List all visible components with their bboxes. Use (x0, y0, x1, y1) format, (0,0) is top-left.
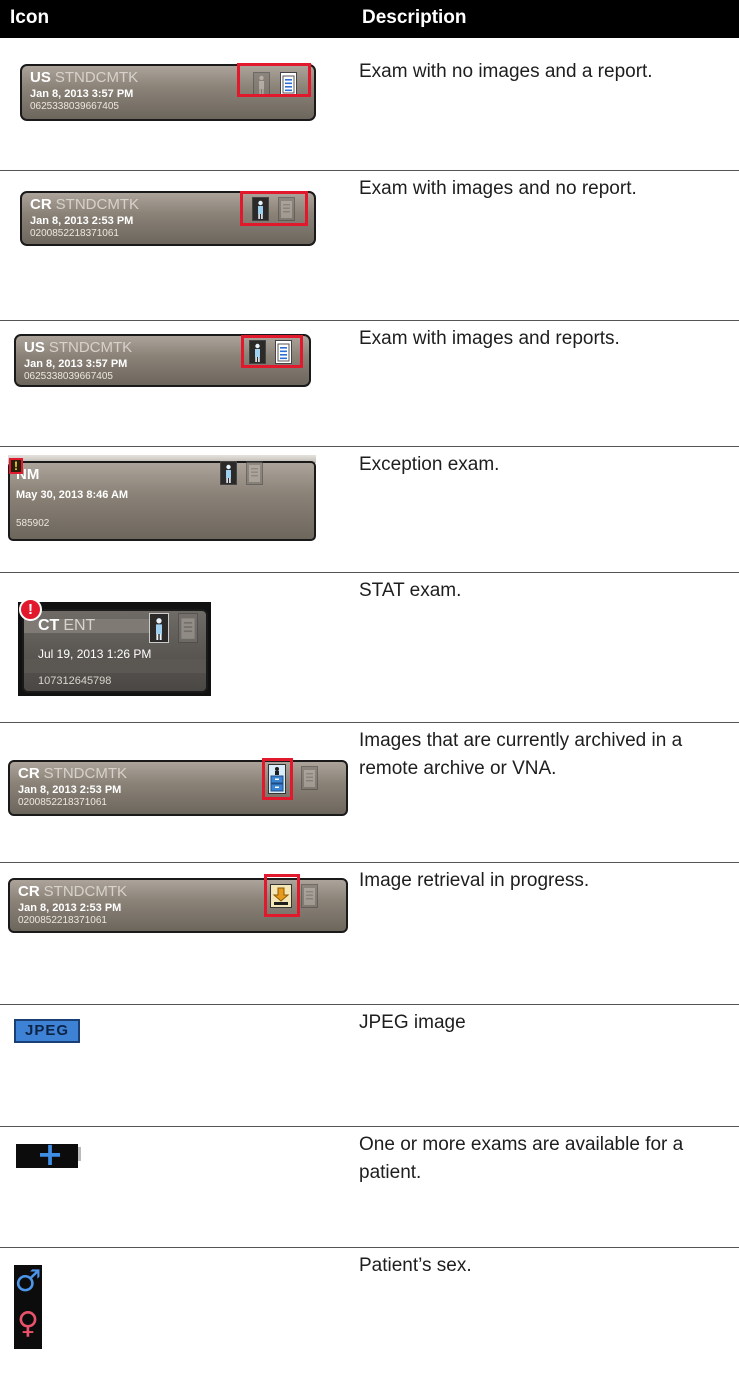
exam-card: US STNDCMTK Jan 8, 2013 3:57 PM 062533803… (14, 334, 311, 387)
plus-icon: + (36, 1135, 64, 1173)
description: Exam with images and reports. (359, 328, 620, 349)
row-jpeg-image: JPEG JPEG image (0, 1005, 739, 1118)
highlight-box (240, 191, 308, 226)
modality: CR (30, 196, 52, 213)
exam-card: NM May 30, 2013 8:46 AM 585902 (8, 461, 316, 541)
row-patient-sex: ♂ ♀ Patient’s sex. (0, 1248, 739, 1378)
accession-number: 107312645798 (38, 675, 112, 687)
exam-card: CT ENT Jul 19, 2013 1:26 PM 107312645798 (22, 609, 208, 693)
accession-number: 0200852218371061 (30, 228, 119, 239)
icon-column-header: Icon (10, 7, 50, 28)
modality: CR (18, 765, 40, 782)
description: Patient’s sex. (359, 1255, 472, 1276)
report-icon-inactive (301, 766, 318, 790)
accession-number: 0625338039667405 (30, 101, 119, 112)
accession-number: 585902 (16, 518, 50, 529)
exam-date: Jan 8, 2013 2:53 PM (30, 215, 134, 227)
exam-card: CR STNDCMTK Jan 8, 2013 2:53 PM 020085221… (20, 191, 316, 246)
description: One or more exams are available for a pa… (359, 1134, 684, 1183)
procedure: STNDCMTK (48, 339, 133, 356)
exam-card: US STNDCMTK Jan 8, 2013 3:57 PM 062533803… (20, 63, 316, 121)
accession-number: 0625338039667405 (24, 371, 113, 382)
report-icon-inactive (246, 461, 263, 485)
report-icon-inactive (178, 613, 198, 643)
stat-alert-icon: ! (19, 598, 42, 621)
jpeg-icon: JPEG (14, 1019, 80, 1043)
accession-number: 0200852218371061 (18, 797, 107, 808)
row-exception-exam: NM May 30, 2013 8:46 AM 585902 ! Excepti… (0, 447, 739, 573)
description: Exception exam. (359, 454, 500, 475)
highlight-box (262, 758, 293, 800)
description-column-header: Description (362, 7, 467, 28)
modality: US (30, 69, 51, 86)
description: Exam with no images and a report. (359, 61, 653, 82)
row-images-no-report: CR STNDCMTK Jan 8, 2013 2:53 PM 020085221… (0, 171, 739, 319)
description: Exam with images and no report. (359, 178, 637, 199)
description: Images that are currently archived in a … (359, 730, 683, 779)
procedure: STNDCMTK (43, 765, 127, 782)
exam-card: CR STNDCMTK Jan 8, 2013 2:53 PM 020085221… (8, 874, 348, 933)
procedure: ENT (63, 617, 96, 634)
table-header: Icon Description (0, 0, 739, 38)
exam-date: May 30, 2013 8:46 AM (16, 489, 129, 501)
row-more-exams: + One or more exams are available for a … (0, 1127, 739, 1247)
exception-badge-icon: ! (9, 458, 23, 474)
exam-date: Jul 19, 2013 1:26 PM (38, 647, 152, 661)
images-icon (149, 613, 169, 643)
row-no-images-report: US STNDCMTK Jan 8, 2013 3:57 PM 062533803… (0, 54, 739, 164)
highlight-box (237, 63, 311, 97)
report-icon-inactive (301, 884, 318, 908)
procedure: STNDCMTK (54, 69, 139, 86)
highlight-box (264, 874, 300, 917)
description: Image retrieval in progress. (359, 870, 590, 891)
row-stat-exam: CT ENT Jul 19, 2013 1:26 PM 107312645798 … (0, 573, 739, 699)
description: JPEG image (359, 1012, 466, 1033)
accession-number: 0200852218371061 (18, 915, 107, 926)
modality: CT (38, 617, 60, 634)
description: STAT exam. (359, 580, 462, 601)
highlight-box (241, 335, 303, 368)
exam-date: Jan 8, 2013 2:53 PM (18, 902, 122, 914)
female-icon: ♀ (17, 1306, 39, 1341)
exam-card: CR STNDCMTK Jan 8, 2013 2:53 PM 020085221… (8, 758, 348, 816)
modality: CR (18, 883, 40, 900)
row-retrieval-in-progress: CR STNDCMTK Jan 8, 2013 2:53 PM 020085221… (0, 863, 739, 1004)
exam-date: Jan 8, 2013 3:57 PM (24, 358, 128, 370)
row-images-and-reports: US STNDCMTK Jan 8, 2013 3:57 PM 062533803… (0, 321, 739, 447)
procedure: STNDCMTK (43, 883, 127, 900)
exam-date: Jan 8, 2013 3:57 PM (30, 88, 134, 100)
modality: US (24, 339, 45, 356)
row-archived-images: CR STNDCMTK Jan 8, 2013 2:53 PM 020085221… (0, 723, 739, 863)
images-icon (220, 461, 237, 485)
exam-date: Jan 8, 2013 2:53 PM (18, 784, 122, 796)
procedure: STNDCMTK (55, 196, 139, 213)
male-icon: ♂ (14, 1264, 42, 1299)
